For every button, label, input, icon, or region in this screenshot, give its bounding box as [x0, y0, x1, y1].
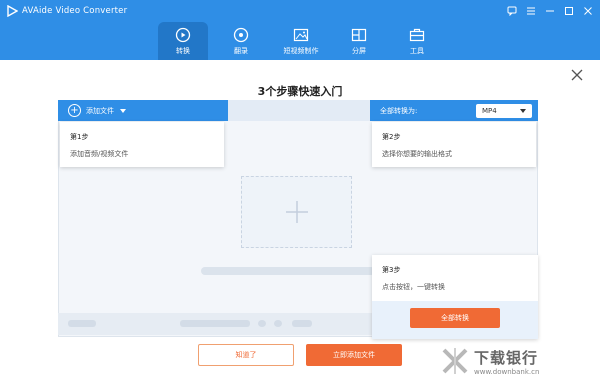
image-video-icon — [293, 28, 309, 41]
step1-desc: 添加音频/视频文件 — [70, 150, 129, 158]
placeholder-dot — [274, 320, 282, 327]
close-window-icon[interactable] — [581, 4, 594, 17]
menu-icon[interactable] — [524, 4, 537, 17]
guide-heading: 3个步骤快速入门 — [257, 85, 343, 98]
tab-short-video-label: 短视频制作 — [283, 46, 319, 55]
app-title: AVAide Video Converter — [22, 6, 128, 16]
add-file-button[interactable]: + 添加文件 — [58, 100, 228, 121]
placeholder-dot — [258, 320, 266, 327]
output-format-select[interactable]: MP4 — [476, 104, 532, 118]
step3-desc: 点击按钮，一键转换 — [382, 283, 445, 291]
watermark-url: www.downbank.cn — [474, 367, 540, 376]
step3-title: 第3步 — [382, 266, 401, 274]
output-format-value: MP4 — [482, 107, 497, 115]
watermark-logo-icon — [442, 348, 468, 374]
step2-card: 第2步 选择你想要的输出格式 — [372, 122, 536, 167]
convert-icon — [175, 27, 191, 42]
tab-tools-label: 工具 — [410, 46, 424, 55]
tab-convert-label: 转换 — [176, 46, 190, 55]
tab-short-video[interactable]: 短视频制作 — [274, 22, 328, 60]
add-file-label: 添加文件 — [86, 106, 114, 115]
watermark: 下载银行 www.downbank.cn — [440, 346, 539, 376]
add-file-dropdown-icon[interactable] — [120, 108, 126, 113]
split-screen-icon — [351, 28, 367, 41]
tab-rip-label: 翻录 — [234, 46, 248, 55]
convert-all-to-label: 全部转换为: — [380, 106, 418, 115]
tab-split-screen[interactable]: 分屏 — [336, 22, 382, 60]
tab-split-screen-label: 分屏 — [352, 46, 366, 55]
plus-icon — [285, 201, 308, 223]
step1-title: 第1步 — [70, 133, 89, 141]
step3-card: 第3步 点击按钮，一键转换 全部转换 — [372, 255, 538, 339]
step2-desc: 选择你想要的输出格式 — [382, 150, 452, 158]
chevron-down-icon — [520, 109, 526, 113]
progress-bar — [201, 267, 375, 275]
title-bar: AVAide Video Converter — [0, 0, 600, 22]
toolbar-middle — [228, 100, 370, 121]
step1-card: 第1步 添加音频/视频文件 — [60, 122, 224, 167]
step2-title: 第2步 — [382, 133, 401, 141]
convert-all-button[interactable]: 全部转换 — [410, 308, 500, 328]
toolbox-icon — [409, 28, 425, 41]
watermark-title: 下载银行 — [474, 348, 539, 367]
placeholder-bar — [292, 320, 312, 327]
feedback-icon[interactable] — [505, 4, 518, 17]
minimize-icon[interactable] — [543, 4, 556, 17]
add-file-now-button[interactable]: 立即添加文件 — [306, 344, 402, 366]
tab-convert[interactable]: 转换 — [158, 22, 208, 60]
maximize-icon[interactable] — [562, 4, 575, 17]
drop-zone[interactable] — [241, 176, 352, 248]
add-file-icon: + — [68, 104, 81, 117]
main-nav: 转换 翻录 短视频制作 分屏 工具 — [0, 22, 600, 60]
tab-tools[interactable]: 工具 — [394, 22, 440, 60]
placeholder-bar — [68, 320, 96, 327]
placeholder-bar — [180, 320, 250, 327]
step3-footer: 全部转换 — [372, 301, 538, 339]
disc-icon — [233, 27, 249, 42]
app-logo-icon — [7, 5, 18, 17]
close-guide-icon[interactable] — [570, 68, 584, 82]
tab-rip[interactable]: 翻录 — [216, 22, 266, 60]
got-it-button[interactable]: 知道了 — [198, 344, 294, 366]
